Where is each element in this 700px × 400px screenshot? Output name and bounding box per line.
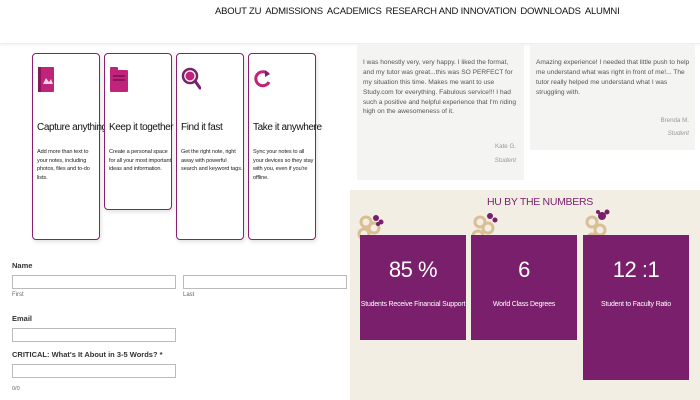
nav-academics[interactable]: ACADEMICS [327,6,382,17]
feature-card-take[interactable]: Take it anywhere Sync your notes to all … [248,53,322,240]
first-label: First [12,292,24,298]
feature-title: Capture anything [37,122,107,133]
feature-card-keep[interactable]: Keep it together Create a personal space… [104,53,174,210]
nav-admissions[interactable]: ADMISSIONS [265,6,323,17]
feature-desc: Get the right note, right away with powe… [181,149,243,173]
stat-financial: 85 % Students Receive Financial Support [360,235,466,340]
feature-card-find[interactable]: Find it fast Get the right note, right a… [176,53,244,240]
nav-research[interactable]: RESEARCH AND INNOVATION [386,6,517,17]
feature-title: Take it anywhere [253,122,322,133]
name-label: Name [12,261,33,270]
stat-value: 85 % [388,257,438,282]
critical-label: CRITICAL: What's It About in 3-5 Words? … [12,350,163,359]
feature-desc: Add more than text to your notes, includ… [37,149,90,181]
feature-title: Keep it together [109,122,174,133]
char-counter: 0/0 [12,386,20,392]
testimonial-role: Student [667,130,689,137]
stat-degrees: 6 World Class Degrees [471,235,577,340]
feature-card-capture[interactable]: Capture anything Add more than text to y… [32,53,107,240]
folder-icon [110,67,128,92]
notebook-icon [38,67,54,92]
nav-alumni[interactable]: ALUMNI [585,6,620,17]
testimonial-card: I was honestly very, very happy. I liked… [357,44,524,180]
stat-label: Student to Faculty Ratio [601,301,671,308]
first-name-input[interactable] [12,275,176,289]
nav-about[interactable]: ABOUT ZU [215,6,261,17]
stat-value: 12 :1 [612,257,660,282]
stat-label: World Class Degrees [492,301,556,308]
email-input[interactable] [12,328,176,342]
critical-input[interactable] [12,364,176,378]
top-nav: ABOUT ZU ADMISSIONS ACADEMICS RESEARCH A… [0,0,700,44]
stat-value: 6 [518,257,530,282]
feature-title: Find it fast [181,122,223,133]
testimonial-card: Amazing experience! I needed that little… [530,44,695,150]
feature-desc: Create a personal space for all your mos… [109,149,171,173]
feature-desc: Sync your notes to all your devices so t… [253,149,314,181]
nav-links: ABOUT ZU ADMISSIONS ACADEMICS RESEARCH A… [215,6,620,17]
sync-icon [254,70,271,88]
section-title: HU BY THE NUMBERS [487,196,593,208]
testimonial-text: Amazing experience! I needed that little… [536,59,690,96]
nav-downloads[interactable]: DOWNLOADS [520,6,581,17]
numbers-section: HU BY THE NUMBERS 85 % Students Receive … [350,190,700,400]
search-icon [181,67,201,90]
stat-ratio: 12 :1 Student to Faculty Ratio [583,235,689,380]
stat-label: Students Receive Financial Support [360,301,466,308]
email-label: Email [12,314,33,323]
last-label: Last [183,292,195,298]
last-name-input[interactable] [183,275,347,289]
testimonial-name: Brenda M. [660,117,689,124]
testimonial-role: Student [494,157,516,164]
testimonial-name: Kate G. [495,143,516,150]
testimonial-text: I was honestly very, very happy. I liked… [363,59,517,116]
